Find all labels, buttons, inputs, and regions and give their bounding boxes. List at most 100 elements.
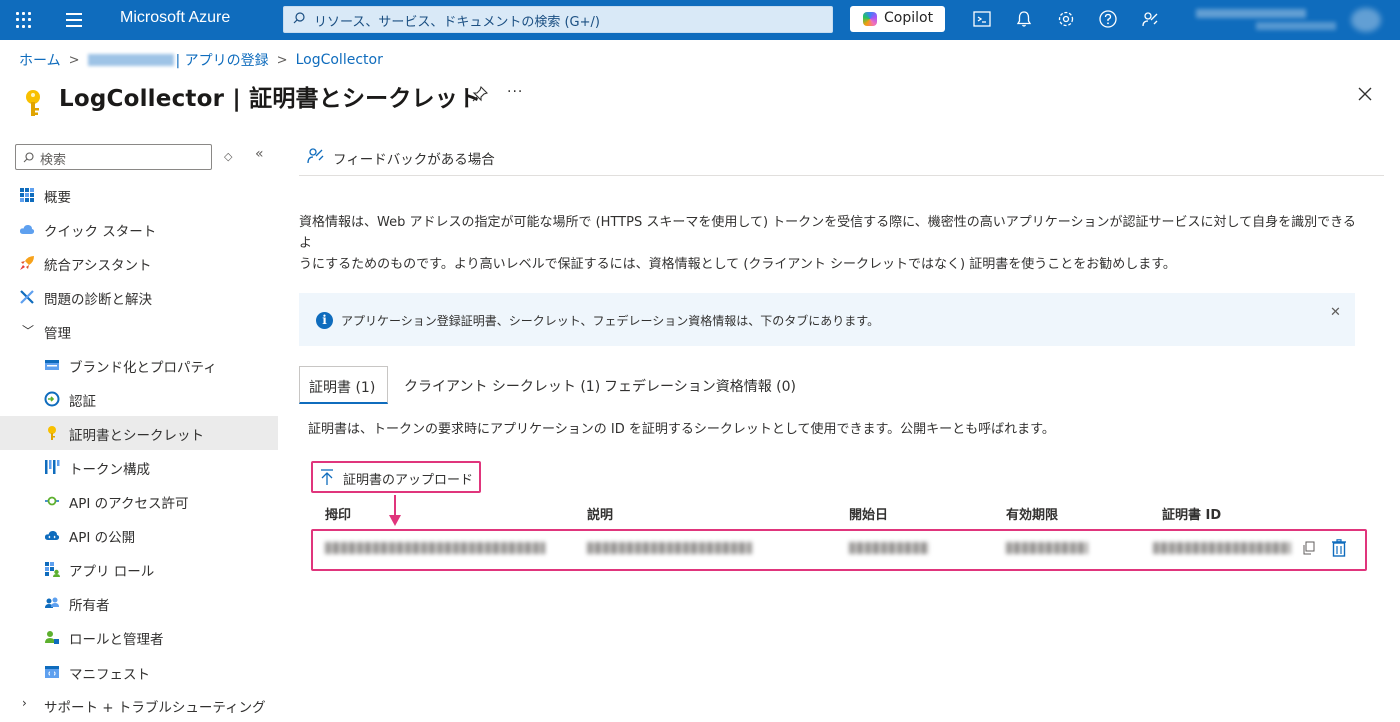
pin-icon[interactable] [472,86,488,102]
tab-label: 証明書 (1) [309,380,376,396]
search-placeholder: リソース、サービス、ドキュメントの検索 (G+/) [314,15,600,30]
redacted-thumbprint [325,542,545,554]
column-header-start-date[interactable]: 開始日 [849,504,888,523]
credentials-description: 資格情報は、Web アドレスの指定が可能な場所で (HTTPS スキーマを使用し… [299,212,1359,275]
feedback-button[interactable]: フィードバックがある場合 [306,146,495,168]
tab-label: フェデレーション資格情報 (0) [604,379,797,395]
manifest-icon [45,666,59,678]
upload-certificate-button[interactable]: 証明書のアップロード [311,461,481,493]
tab-client-secrets[interactable]: クライアント シークレット (1) [395,366,600,404]
waffle-icon[interactable] [16,12,32,28]
redacted-certificate-id [1153,542,1291,554]
page-title: LogCollector | 証明書とシークレット [59,86,482,112]
breadcrumb: ホーム > | アプリの登録 > LogCollector [19,50,383,70]
sidebar-item-roles-admins[interactable]: ロールと管理者 [0,620,278,654]
sidebar-item-expose-api[interactable]: API の公開 [0,518,278,552]
owners-icon [45,597,59,608]
sidebar-item-label: ロールと管理者 [69,632,164,648]
sidebar-item-api-permissions[interactable]: API のアクセス許可 [0,484,278,518]
help-icon[interactable] [1098,9,1118,29]
cloud-shell-icon[interactable] [972,9,992,29]
sidebar-item-label: API のアクセス許可 [69,496,189,512]
branding-icon [45,360,59,370]
more-options-button[interactable]: ··· [507,84,523,100]
sidebar-item-overview[interactable]: 概要 [0,178,278,212]
tab-federated-credentials[interactable]: フェデレーション資格情報 (0) [595,366,797,404]
settings-icon[interactable] [1056,9,1076,29]
sidebar-group-manage[interactable]: ﹀ 管理 [0,314,278,348]
sidebar-item-label: トークン構成 [69,462,150,478]
sidebar-item-label: 認証 [69,394,96,410]
info-text: アプリケーション登録証明書、シークレット、フェデレーション資格情報は、下のタブに… [341,314,880,328]
copilot-label: Copilot [884,10,934,26]
api-permission-icon [45,496,59,506]
delete-icon[interactable] [1331,539,1347,557]
annotation-arrow [389,495,401,526]
search-icon [293,12,305,24]
divider [299,175,1384,176]
chevron-down-icon: ﹀ [22,324,35,338]
sidebar-item-branding[interactable]: ブランド化とプロパティ [0,348,278,382]
sidebar-item-quickstart[interactable]: クイック スタート [0,212,278,246]
copy-icon[interactable] [1302,541,1315,555]
feedback-label: フィードバックがある場合 [333,152,495,168]
sidebar-item-authentication[interactable]: 認証 [0,382,278,416]
dismiss-banner-icon[interactable]: ✕ [1330,305,1341,320]
bell-icon[interactable] [1014,9,1034,29]
sidebar-item-label: クイック スタート [44,224,157,240]
upload-label: 証明書のアップロード [343,473,474,488]
column-header-certificate-id[interactable]: 証明書 ID [1162,504,1221,523]
token-bars-icon [45,460,60,474]
sidebar-item-label: 統合アシスタント [44,258,152,274]
sidebar-item-manifest[interactable]: マニフェスト [0,655,278,689]
tab-certificates[interactable]: 証明書 (1) [299,366,388,404]
column-header-expires[interactable]: 有効期限 [1006,504,1058,523]
sidebar-group-label: サポート + トラブルシューティング [44,700,266,716]
copilot-button[interactable]: Copilot [850,6,945,32]
app-roles-icon [45,562,60,577]
sidebar-item-app-roles[interactable]: アプリ ロール [0,552,278,586]
breadcrumb-current[interactable]: LogCollector [296,52,383,68]
search-icon [23,152,34,163]
sidebar-item-diagnose[interactable]: 問題の診断と解決 [0,280,278,314]
sidebar-item-certificates-secrets[interactable]: 証明書とシークレット [0,416,278,450]
global-search-input[interactable]: リソース、サービス、ドキュメントの検索 (G+/) [283,6,833,33]
sidebar-item-label: アプリ ロール [69,564,155,580]
close-icon[interactable] [1357,86,1373,102]
rocket-icon [20,256,34,270]
feedback-person-icon [307,148,324,164]
column-header-description[interactable]: 説明 [587,504,613,523]
collapse-sidebar-icon[interactable]: « [255,146,264,162]
top-bar: Microsoft Azure リソース、サービス、ドキュメントの検索 (G+/… [0,0,1400,40]
description-line: 資格情報は、Web アドレスの指定が可能な場所で (HTTPS スキーマを使用し… [299,215,1356,251]
sidebar-group-support[interactable]: › サポート + トラブルシューティング [0,688,278,722]
sidebar-item-label: 問題の診断と解決 [44,292,152,308]
sidebar-search-input[interactable]: 検索 [15,144,212,170]
auth-icon [44,391,60,407]
cloud-icon [19,224,35,234]
sidebar-item-label: ブランド化とプロパティ [69,360,217,376]
redacted-description [587,542,752,554]
sidebar-item-owners[interactable]: 所有者 [0,586,278,620]
menu-icon[interactable] [66,13,82,27]
sidebar-search-placeholder: 検索 [40,153,67,168]
sidebar-item-integration-assistant[interactable]: 統合アシスタント [0,246,278,280]
chevron-right-icon: › [22,696,27,710]
column-header-thumbprint[interactable]: 拇印 [325,504,351,523]
sidebar-item-token-configuration[interactable]: トークン構成 [0,450,278,484]
key-icon [48,426,56,440]
copilot-icon [863,12,877,26]
feedback-icon[interactable] [1140,9,1160,29]
breadcrumb-app-registrations[interactable]: | アプリの登録 [176,50,269,70]
info-banner: i アプリケーション登録証明書、シークレット、フェデレーション資格情報は、下のタ… [299,293,1355,346]
tab-label: クライアント シークレット (1) [404,379,601,395]
redacted-tenant [87,54,174,66]
key-icon [26,90,40,116]
sidebar-item-label: 概要 [44,190,71,206]
brand-title[interactable]: Microsoft Azure [120,9,230,27]
sidebar-item-label: 所有者 [69,598,110,614]
sort-icon[interactable]: ◇ [224,150,232,163]
sidebar-item-label: API の公開 [69,530,136,546]
account-menu[interactable] [1196,7,1386,33]
breadcrumb-home[interactable]: ホーム [19,50,61,70]
